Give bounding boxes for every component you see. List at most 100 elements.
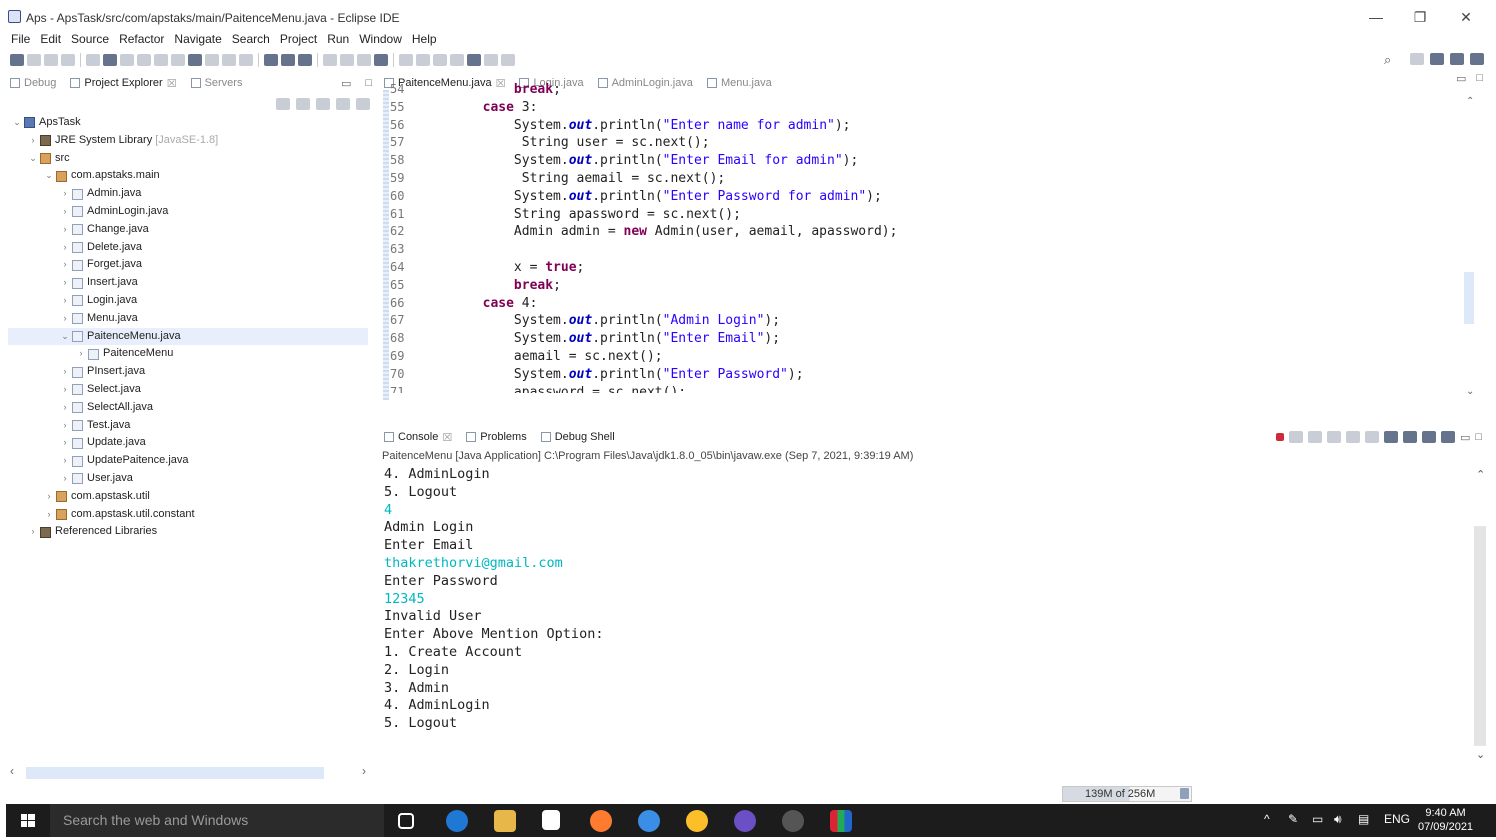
menu-search[interactable]: Search <box>227 32 275 48</box>
chevron-right-icon[interactable]: › <box>28 132 38 150</box>
tree-item[interactable]: › JRE System Library [JavaSE-1.8] <box>8 132 368 150</box>
tab-debug[interactable]: Debug <box>10 77 56 89</box>
menu-navigate[interactable]: Navigate <box>169 32 226 48</box>
code-line[interactable]: 58 System.out.println("Enter Email for a… <box>390 152 1460 170</box>
menu-help[interactable]: Help <box>407 32 442 48</box>
chevron-right-icon[interactable]: › <box>60 363 70 381</box>
chevron-right-icon[interactable]: › <box>44 506 54 524</box>
new-package-icon[interactable] <box>340 54 354 66</box>
code-line[interactable]: 69 aemail = sc.next(); <box>390 348 1460 366</box>
code-line[interactable]: 60 System.out.println("Enter Password fo… <box>390 188 1460 206</box>
step-return-icon[interactable] <box>205 54 219 66</box>
tree-item[interactable]: › Admin.java <box>8 185 368 203</box>
code-area[interactable]: 54 break; 55 case 3: 56 System.out.println… <box>390 81 1460 393</box>
firefox-icon[interactable] <box>590 810 612 832</box>
external-tools-icon[interactable] <box>298 54 312 66</box>
scroll-left-icon[interactable]: ‹ <box>10 764 14 778</box>
chevron-down-icon[interactable]: ⌄ <box>28 150 38 168</box>
console-scroll-down-icon[interactable]: ⌄ <box>1476 748 1485 761</box>
tab-servers[interactable]: Servers <box>190 77 242 89</box>
new-icon[interactable] <box>10 54 24 66</box>
console-scroll-up-icon[interactable]: ⌃ <box>1476 468 1485 481</box>
tree-item[interactable]: › Menu.java <box>8 310 368 328</box>
chevron-right-icon[interactable]: › <box>60 434 70 452</box>
step-over-icon[interactable] <box>188 54 202 66</box>
previous-annotation-icon[interactable] <box>450 54 464 66</box>
open-type-icon[interactable] <box>374 54 388 66</box>
focus-icon[interactable] <box>336 98 350 110</box>
disconnect-icon[interactable] <box>154 54 168 66</box>
search-icon[interactable]: ⌕ <box>1384 52 1391 68</box>
tree-item[interactable]: › com.apstask.util <box>8 488 368 506</box>
chrome-icon[interactable] <box>686 810 708 832</box>
code-editor[interactable]: 54 break; 55 case 3: 56 System.out.println… <box>380 72 1490 420</box>
chevron-right-icon[interactable]: › <box>60 292 70 310</box>
taskbar-search-box[interactable]: Search the web and Windows <box>50 804 384 837</box>
notification-icon[interactable]: ▤ <box>1358 812 1369 826</box>
chevron-down-icon[interactable]: ⌄ <box>60 328 70 346</box>
settings-gear-icon[interactable] <box>782 810 804 832</box>
task-view-icon[interactable] <box>398 813 414 829</box>
volume-icon[interactable]: 🔊︎ <box>1334 812 1342 827</box>
javaee-perspective-icon[interactable] <box>1470 53 1484 65</box>
garbage-collect-icon[interactable] <box>1180 788 1189 799</box>
start-button[interactable] <box>6 804 50 837</box>
restore-button[interactable]: ❐ <box>1398 6 1442 28</box>
link-editor-icon[interactable] <box>296 98 310 110</box>
tree-item[interactable]: › AdminLogin.java <box>8 203 368 221</box>
battery-icon[interactable]: ▭ <box>1312 812 1323 826</box>
pin-editor-icon[interactable] <box>501 54 515 66</box>
tree-item[interactable]: ⌄ com.apstaks.main <box>8 167 368 185</box>
chevron-right-icon[interactable]: › <box>28 523 38 541</box>
chevron-right-icon[interactable]: › <box>60 274 70 292</box>
chevron-right-icon[interactable]: › <box>44 488 54 506</box>
chevron-right-icon[interactable]: › <box>60 452 70 470</box>
language-indicator[interactable]: ENG <box>1384 812 1410 826</box>
code-line[interactable]: 61 String apassword = sc.next(); <box>390 206 1460 224</box>
tree-item[interactable]: › UpdatePaitence.java <box>8 452 368 470</box>
menu-project[interactable]: Project <box>275 32 322 48</box>
code-line[interactable]: 66 case 4: <box>390 295 1460 313</box>
chevron-right-icon[interactable]: › <box>60 221 70 239</box>
tree-item[interactable]: › Test.java <box>8 417 368 435</box>
scroll-down-icon[interactable]: ⌄ <box>1466 386 1474 397</box>
tab-project-explorer[interactable]: Project Explorer ☒ <box>70 77 177 90</box>
step-into-icon[interactable] <box>171 54 185 66</box>
editor-vertical-scrollbar[interactable] <box>1464 272 1474 324</box>
code-line[interactable]: 67 System.out.println("Admin Login"); <box>390 312 1460 330</box>
tree-item[interactable]: › Forget.java <box>8 256 368 274</box>
tree-item[interactable]: › com.apstask.util.constant <box>8 506 368 524</box>
debug-icon[interactable] <box>264 54 278 66</box>
internet-explorer-icon[interactable] <box>638 810 660 832</box>
tree-item[interactable]: › Change.java <box>8 221 368 239</box>
pen-icon[interactable]: ✎ <box>1288 812 1298 826</box>
chevron-right-icon[interactable]: › <box>60 203 70 221</box>
edge-icon[interactable] <box>446 810 468 832</box>
tree-horizontal-scrollbar[interactable] <box>26 767 324 779</box>
save-icon[interactable] <box>27 54 41 66</box>
code-line[interactable]: 55 case 3: <box>390 99 1460 117</box>
tree-item[interactable]: ⌄ PaitenceMenu.java <box>8 327 368 346</box>
chevron-right-icon[interactable]: › <box>60 399 70 417</box>
use-step-filters-icon[interactable] <box>239 54 253 66</box>
chevron-right-icon[interactable]: › <box>60 417 70 435</box>
heap-status[interactable]: 139M of 256M <box>1062 786 1192 802</box>
collapse-all-icon[interactable] <box>276 98 290 110</box>
chevron-down-icon[interactable]: ⌄ <box>44 167 54 185</box>
tree-item[interactable]: › Update.java <box>8 434 368 452</box>
show-hidden-icons-icon[interactable]: ^ <box>1264 812 1270 826</box>
chevron-right-icon[interactable]: › <box>60 256 70 274</box>
suspend-icon[interactable] <box>120 54 134 66</box>
github-icon[interactable] <box>734 810 756 832</box>
terminate-icon[interactable] <box>137 54 151 66</box>
open-perspective-icon[interactable] <box>1410 53 1424 65</box>
tree-item[interactable]: › SelectAll.java <box>8 399 368 417</box>
chevron-right-icon[interactable]: › <box>60 381 70 399</box>
drop-to-frame-icon[interactable] <box>222 54 236 66</box>
tree-item[interactable]: › Login.java <box>8 292 368 310</box>
forward-icon[interactable] <box>484 54 498 66</box>
menu-edit[interactable]: Edit <box>35 32 66 48</box>
new-java-project-icon[interactable] <box>323 54 337 66</box>
resume-icon[interactable] <box>103 54 117 66</box>
view-menu-icon[interactable] <box>356 98 370 110</box>
